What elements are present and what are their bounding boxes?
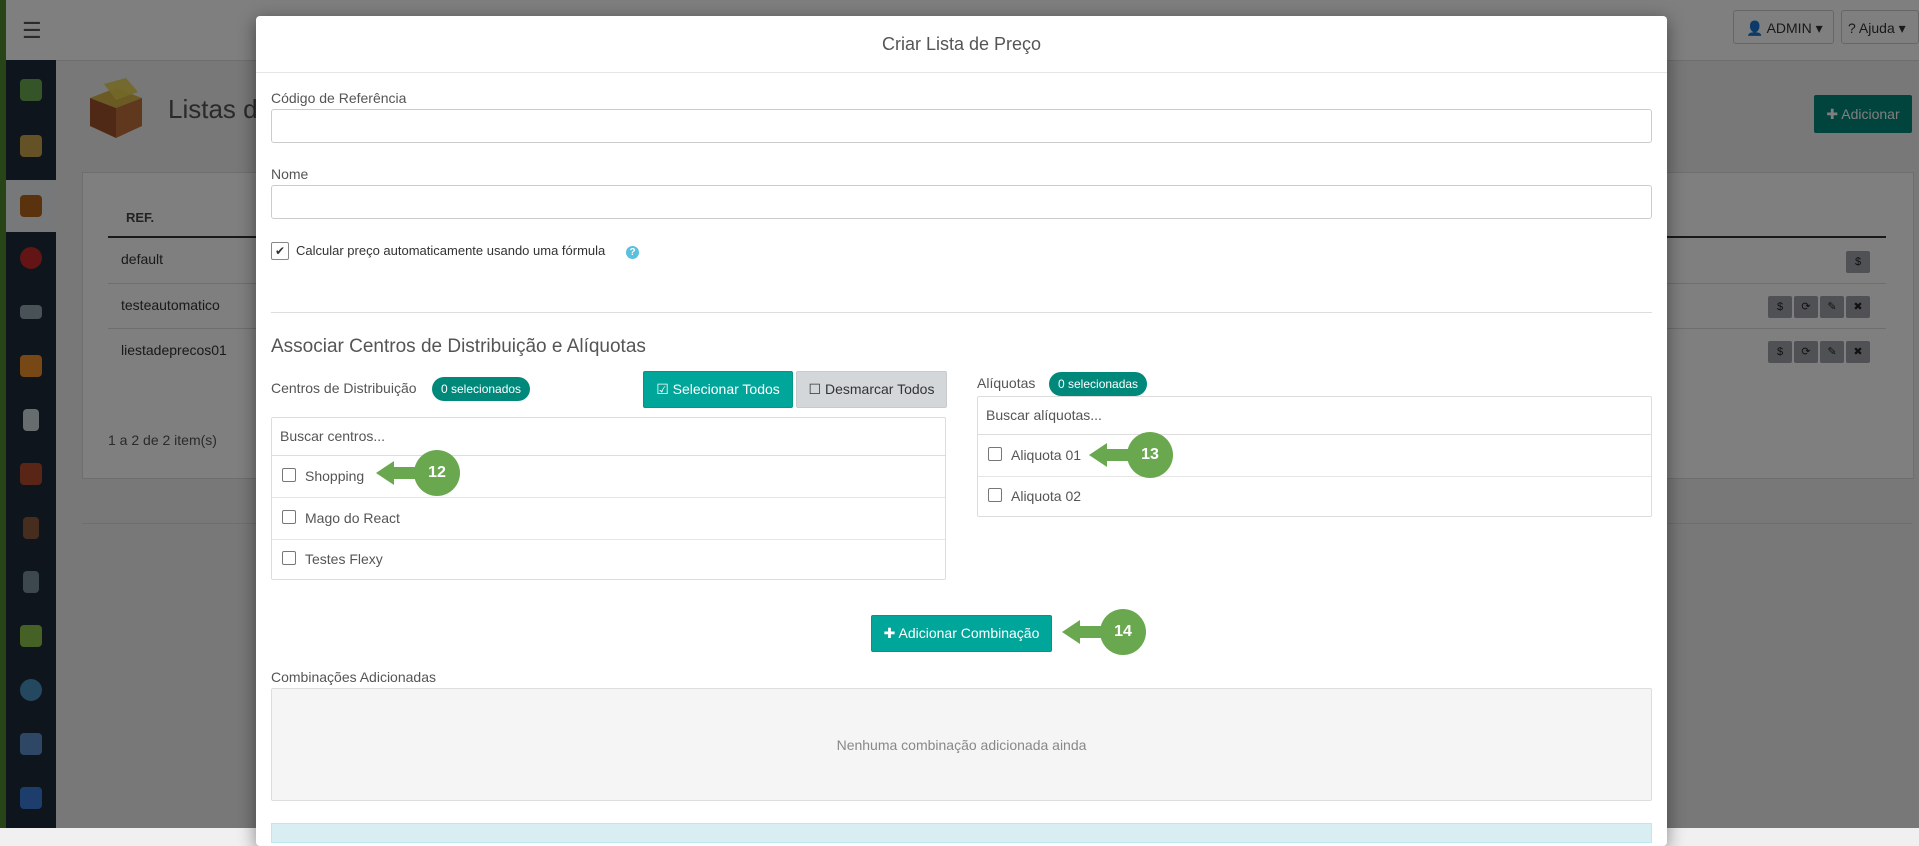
select-all-label: Selecionar Todos — [672, 381, 780, 397]
callout-marker: 12 — [376, 450, 460, 496]
centers-search-input[interactable]: Buscar centros... — [272, 418, 945, 456]
center-checkbox[interactable] — [282, 468, 296, 482]
list-item[interactable]: Testes Flexy — [272, 539, 945, 580]
rate-label: Aliquota 02 — [1011, 488, 1082, 504]
rate-checkbox[interactable] — [988, 488, 1002, 502]
list-item[interactable]: Shopping — [272, 456, 945, 498]
rates-label: Alíquotas — [977, 375, 1036, 391]
add-combination-button[interactable]: ✚ Adicionar Combinação — [871, 615, 1052, 652]
list-item[interactable]: Aliquota 02 — [978, 476, 1651, 517]
centers-label: Centros de Distribuição — [271, 380, 417, 396]
create-price-list-modal: Criar Lista de Preço Código de Referênci… — [256, 16, 1667, 846]
callout-number: 12 — [414, 450, 460, 496]
center-label: Mago do React — [305, 510, 400, 526]
rate-checkbox[interactable] — [988, 447, 1002, 461]
name-label: Nome — [271, 166, 309, 182]
section-divider — [271, 312, 1652, 313]
center-checkbox[interactable] — [282, 551, 296, 565]
list-item[interactable]: Mago do React — [272, 498, 945, 540]
combinations-empty-text: Nenhuma combinação adicionada ainda — [836, 737, 1087, 753]
center-label: Shopping — [305, 468, 365, 484]
ref-code-input[interactable] — [271, 109, 1652, 143]
centers-selected-badge: 0 selecionados — [432, 377, 531, 401]
deselect-all-label: Desmarcar Todos — [825, 381, 935, 397]
center-label: Testes Flexy — [305, 551, 383, 567]
rates-selected-badge: 0 selecionadas — [1049, 372, 1148, 396]
help-icon[interactable]: ? — [626, 246, 639, 259]
add-combination-label: Adicionar Combinação — [898, 625, 1040, 641]
plus-icon: ✚ — [883, 625, 896, 641]
modal-title: Criar Lista de Preço — [256, 16, 1667, 73]
centers-list: Buscar centros... Shopping Mago do React… — [271, 417, 946, 580]
callout-marker: 14 — [1062, 609, 1146, 655]
rate-label: Aliquota 01 — [1011, 447, 1082, 463]
callout-marker: 13 — [1089, 432, 1173, 478]
deselect-all-button[interactable]: ☐ Desmarcar Todos — [796, 371, 947, 408]
auto-price-label: Calcular preço automaticamente usando um… — [296, 243, 606, 258]
name-input[interactable] — [271, 185, 1652, 219]
info-alert — [271, 823, 1652, 843]
rates-search-input[interactable]: Buscar alíquotas... — [978, 397, 1651, 435]
combinations-box: Nenhuma combinação adicionada ainda — [271, 688, 1652, 801]
check-square-icon: ☑ — [656, 381, 669, 397]
combinations-label: Combinações Adicionadas — [271, 669, 436, 685]
select-all-button[interactable]: ☑ Selecionar Todos — [643, 371, 793, 408]
rates-list: Buscar alíquotas... Aliquota 01 Aliquota… — [977, 396, 1652, 517]
auto-price-checkbox[interactable]: ✔ — [271, 242, 289, 260]
square-icon: ☐ — [808, 381, 822, 397]
ref-code-label: Código de Referência — [271, 90, 407, 106]
section-title: Associar Centros de Distribuição e Alíqu… — [271, 336, 646, 357]
callout-number: 14 — [1100, 609, 1146, 655]
center-checkbox[interactable] — [282, 510, 296, 524]
list-item[interactable]: Aliquota 01 — [978, 435, 1651, 477]
callout-number: 13 — [1127, 432, 1173, 478]
